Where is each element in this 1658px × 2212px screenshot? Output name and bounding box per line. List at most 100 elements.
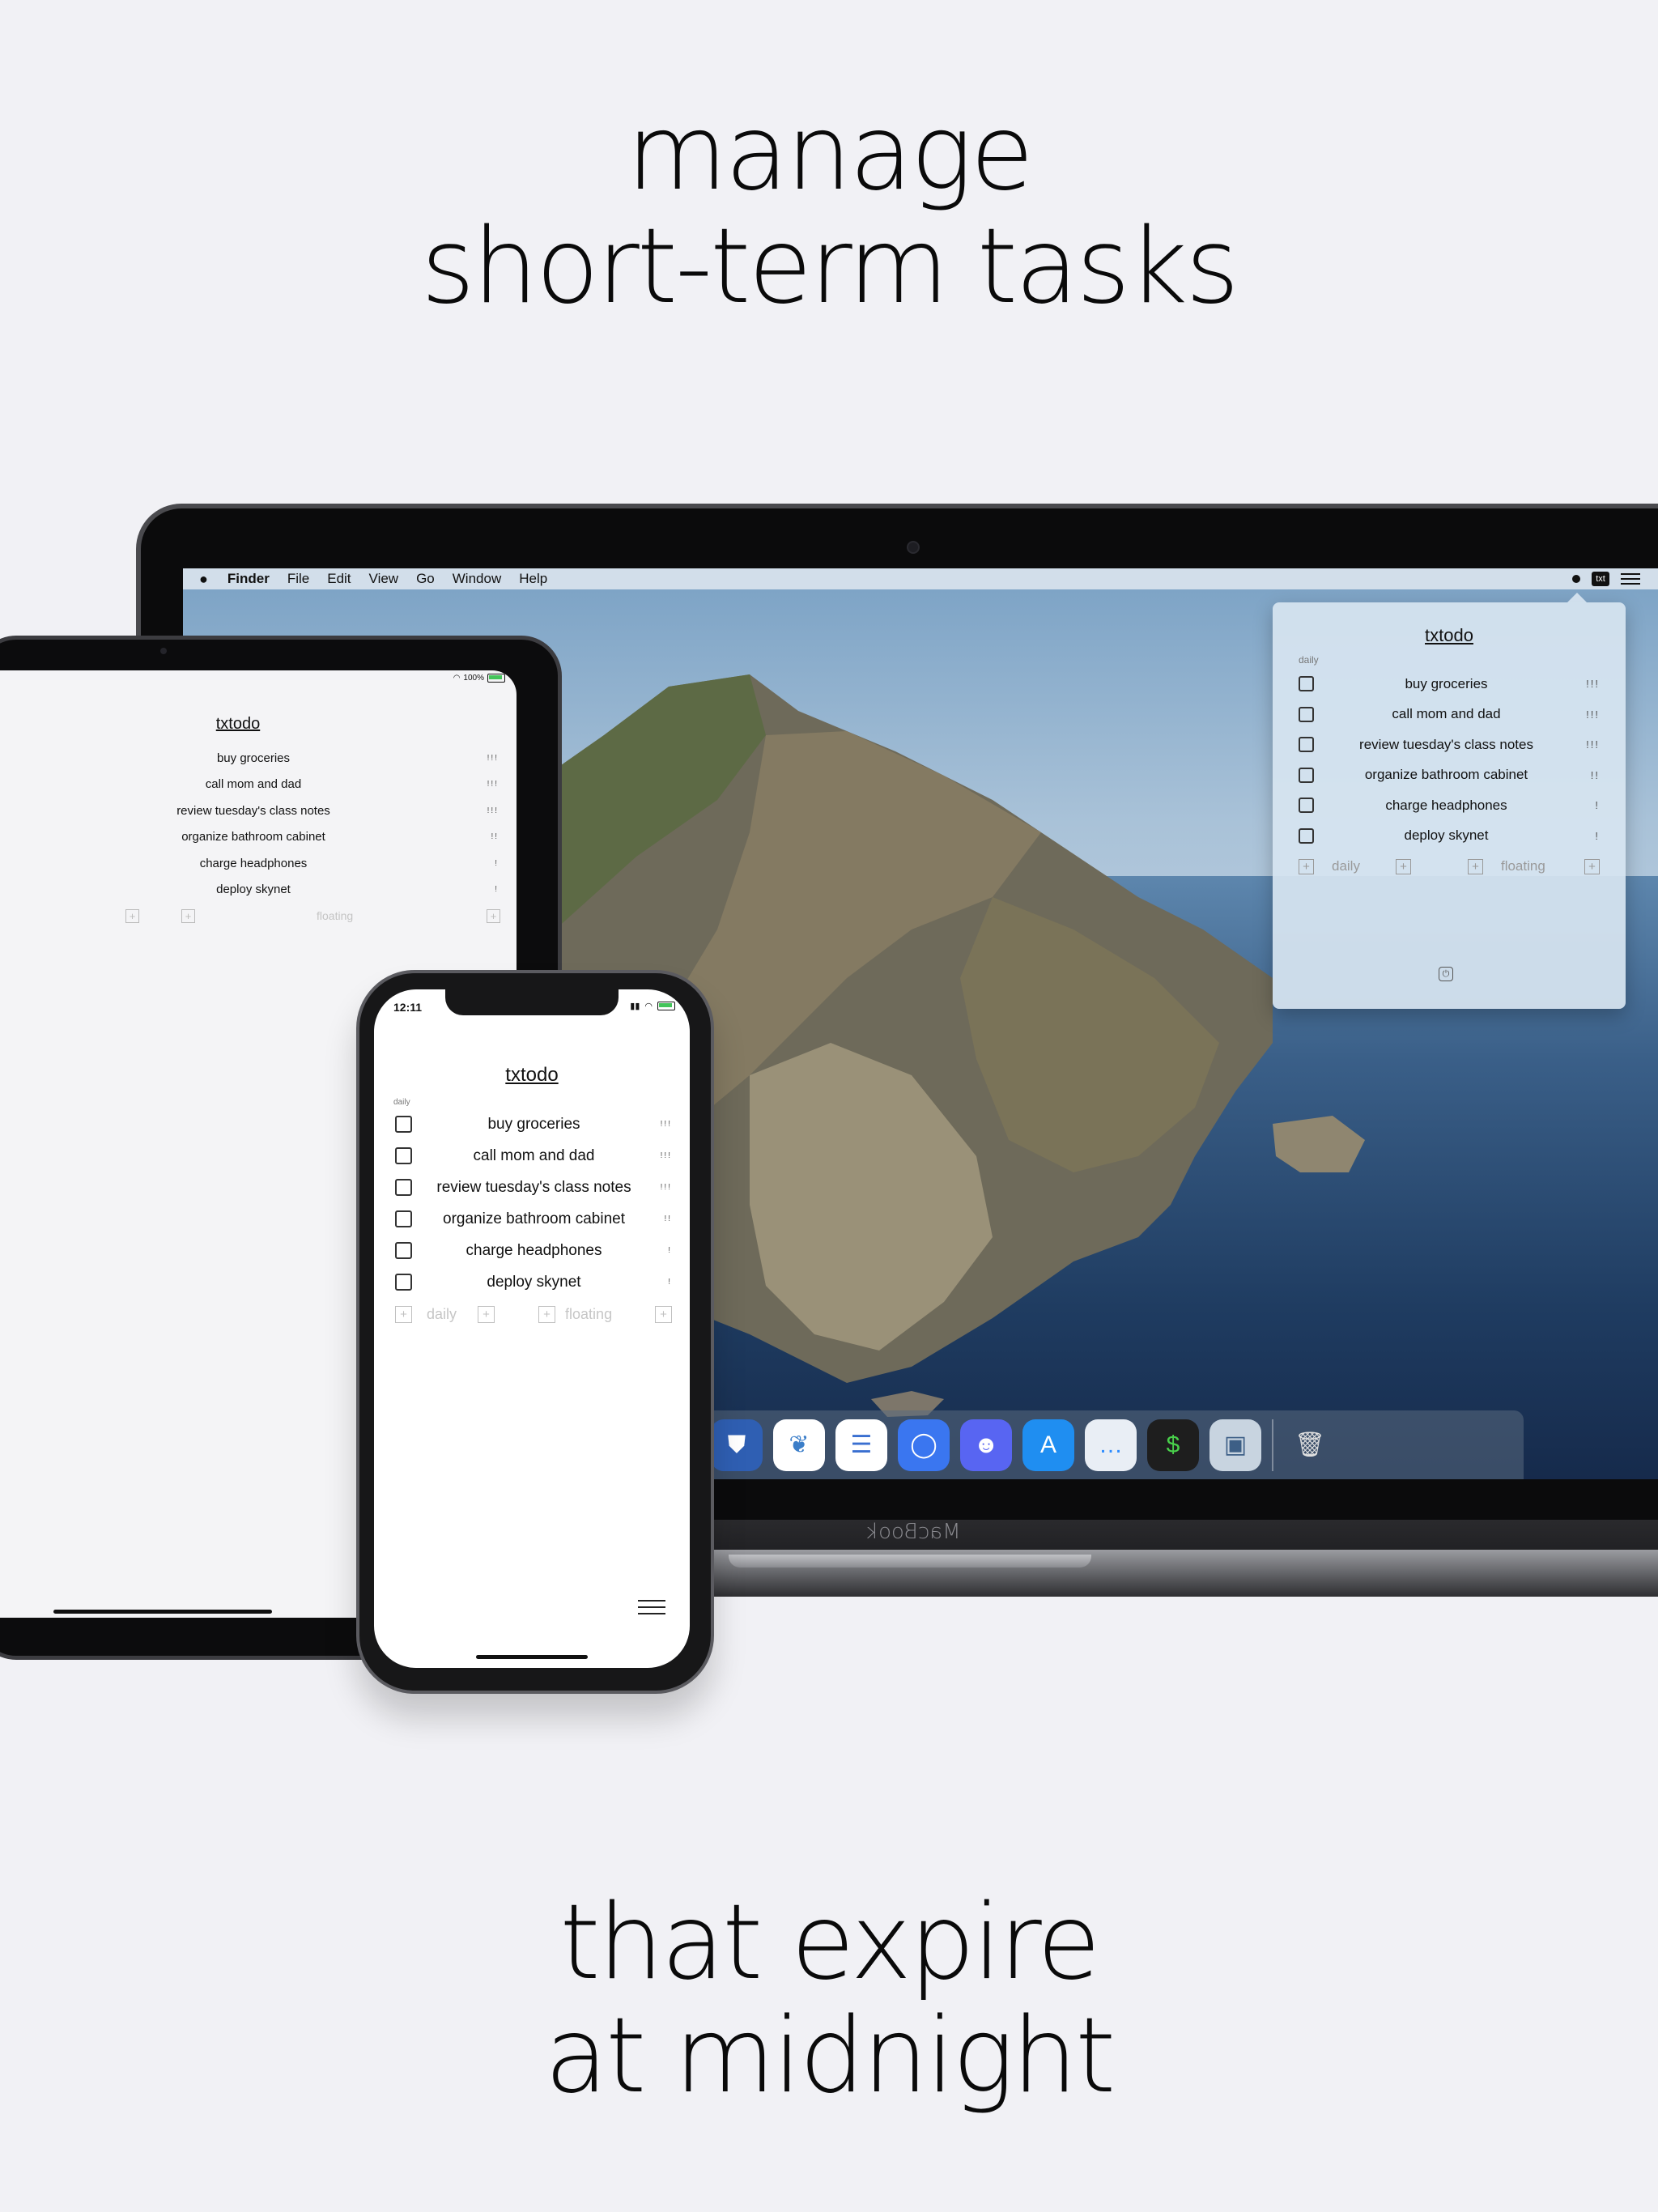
priority-marker[interactable]: ! (656, 1278, 672, 1287)
task-row[interactable]: organize bathroom cabinet!! (0, 824, 517, 851)
dock-separator (1272, 1419, 1273, 1471)
task-row[interactable]: review tuesday's class notes!!! (374, 1172, 690, 1203)
coral-app-icon[interactable]: ❦ (773, 1419, 825, 1471)
add-daily-label[interactable]: daily (1332, 858, 1360, 874)
priority-marker[interactable]: !!! (1579, 708, 1600, 721)
signal-icon: ▮▮ (630, 1002, 640, 1011)
add-floating-confirm-icon[interactable]: + (1584, 858, 1600, 874)
messages-icon[interactable]: … (1085, 1419, 1137, 1471)
txtodo-menu-icon[interactable]: txt (1592, 572, 1609, 586)
discord-icon[interactable]: ☻ (960, 1419, 1012, 1471)
priority-marker[interactable]: ! (1579, 799, 1600, 811)
priority-marker[interactable]: !!! (1579, 678, 1600, 690)
notes-doc-icon[interactable]: ☰ (835, 1419, 887, 1471)
checkbox[interactable] (395, 1116, 412, 1133)
add-task-row: + daily + + floating + (1273, 851, 1626, 882)
bitwarden-icon[interactable]: ⛊ (711, 1419, 763, 1471)
priority-marker[interactable]: !!! (656, 1151, 672, 1160)
priority-marker[interactable]: !! (656, 1214, 672, 1223)
add-daily-label[interactable]: daily (427, 1306, 457, 1323)
checkbox[interactable] (395, 1210, 412, 1227)
checkbox[interactable] (1299, 706, 1314, 722)
checkbox[interactable] (395, 1147, 412, 1164)
priority-marker[interactable]: !!! (483, 806, 499, 815)
checkbox[interactable] (395, 1274, 412, 1291)
task-row[interactable]: charge headphones! (1273, 790, 1626, 821)
priority-marker[interactable]: !!! (483, 780, 499, 789)
macbook-brand: MacBook (866, 1520, 961, 1544)
menu-bar-status: txt (1572, 568, 1640, 589)
section-label-daily: daily (1299, 654, 1319, 666)
task-row[interactable]: deploy skynet! (0, 877, 517, 904)
signal-icon[interactable]: ◯ (898, 1419, 950, 1471)
menu-window[interactable]: Window (453, 571, 501, 587)
trash-icon[interactable]: 🗑 (1284, 1419, 1336, 1471)
priority-marker[interactable]: !! (483, 832, 499, 841)
add-floating-label[interactable]: floating (1501, 858, 1545, 874)
task-row[interactable]: charge headphones! (374, 1235, 690, 1266)
checkbox[interactable] (1299, 737, 1314, 753)
checkbox[interactable] (1299, 767, 1314, 783)
priority-marker[interactable]: ! (656, 1246, 672, 1255)
task-row[interactable]: buy groceries!!! (374, 1108, 690, 1140)
task-row[interactable]: deploy skynet! (374, 1266, 690, 1298)
priority-marker[interactable]: ! (1579, 830, 1600, 842)
task-row[interactable]: review tuesday's class notes!!! (0, 798, 517, 824)
priority-marker[interactable]: !!! (656, 1120, 672, 1129)
add-floating-plus-icon[interactable]: + (1467, 858, 1483, 874)
terminal-icon[interactable]: $ (1147, 1419, 1199, 1471)
task-row[interactable]: call mom and dad!!! (0, 772, 517, 798)
apple-icon[interactable]: ● (199, 571, 208, 588)
menu-file[interactable]: File (287, 571, 309, 587)
task-row[interactable]: charge headphones! (0, 850, 517, 877)
checkbox[interactable] (1299, 798, 1314, 814)
list-menu-icon[interactable] (1621, 573, 1640, 585)
priority-marker[interactable]: ! (483, 885, 499, 894)
add-floating-confirm-icon[interactable]: + (487, 908, 500, 923)
task-row[interactable]: buy groceries!!! (0, 745, 517, 772)
menu-view[interactable]: View (369, 571, 399, 587)
headline-line: that expire (559, 1882, 1100, 2003)
task-row[interactable]: call mom and dad!!! (374, 1140, 690, 1172)
add-daily-plus-icon[interactable]: + (1299, 858, 1314, 874)
battery-icon (487, 674, 505, 683)
menu-finder[interactable]: Finder (227, 571, 270, 587)
menu-help[interactable]: Help (519, 571, 547, 587)
hamburger-menu-icon[interactable] (638, 1600, 665, 1614)
task-row[interactable]: organize bathroom cabinet!! (1273, 760, 1626, 791)
task-row[interactable]: call mom and dad!!! (1273, 700, 1626, 730)
app-store-icon[interactable]: A (1022, 1419, 1074, 1471)
checkbox[interactable] (395, 1242, 412, 1259)
task-row[interactable]: organize bathroom cabinet!! (374, 1203, 690, 1235)
checkbox[interactable] (1299, 827, 1314, 844)
priority-marker[interactable]: !!! (1579, 738, 1600, 751)
priority-marker[interactable]: !!! (656, 1183, 672, 1192)
task-row[interactable]: review tuesday's class notes!!! (1273, 730, 1626, 760)
power-icon[interactable]: ⏻ (1439, 967, 1453, 981)
add-daily-confirm-icon[interactable]: + (1395, 858, 1411, 874)
add-floating-plus-icon[interactable]: + (538, 1305, 556, 1323)
add-daily-plus-icon[interactable]: + (125, 908, 139, 923)
add-floating-confirm-icon[interactable]: + (655, 1305, 672, 1323)
task-label: buy groceries (1405, 675, 1488, 691)
preview-icon[interactable]: ▣ (1209, 1419, 1261, 1471)
task-row[interactable]: buy groceries!!! (1273, 669, 1626, 700)
recording-dot-icon[interactable] (1572, 575, 1580, 583)
priority-marker[interactable]: !! (1579, 769, 1600, 781)
add-daily-confirm-icon[interactable]: + (478, 1305, 495, 1323)
menu-go[interactable]: Go (416, 571, 435, 587)
menu-edit[interactable]: Edit (327, 571, 351, 587)
ipad-camera-icon (160, 648, 167, 654)
priority-marker[interactable]: ! (483, 859, 499, 868)
priority-marker[interactable]: !!! (483, 754, 499, 763)
add-floating-label[interactable]: floating (565, 1306, 612, 1323)
wifi-icon: ◠ (644, 1002, 653, 1011)
ipad-home-indicator[interactable] (53, 1610, 272, 1614)
checkbox[interactable] (1299, 676, 1314, 692)
add-daily-plus-icon[interactable]: + (395, 1305, 412, 1323)
add-floating-label[interactable]: floating (317, 909, 353, 922)
task-row[interactable]: deploy skynet! (1273, 821, 1626, 852)
checkbox[interactable] (395, 1179, 412, 1196)
add-daily-confirm-icon[interactable]: + (181, 908, 195, 923)
iphone-home-indicator[interactable] (476, 1655, 588, 1659)
